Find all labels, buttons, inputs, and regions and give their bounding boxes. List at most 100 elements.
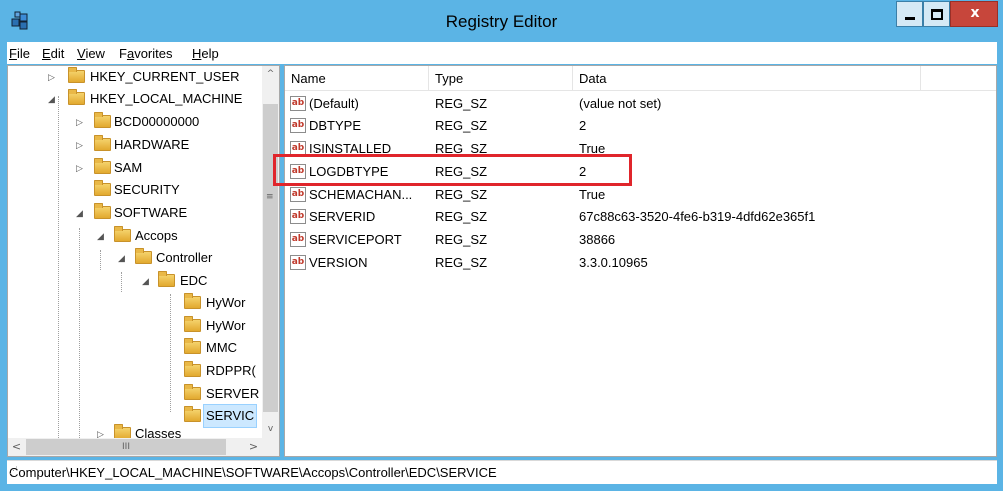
menu-help-mnemonic: H [192, 46, 202, 61]
expand-arrow-icon[interactable]: ▷ [76, 157, 86, 179]
value-name: SCHEMACHAN... [309, 187, 413, 202]
value-name: DBTYPE [309, 118, 362, 133]
tree-node-label: RDPPR( [206, 363, 256, 378]
menu-view-label: iew [85, 46, 105, 61]
menu-file-label: ile [16, 46, 30, 61]
value-type: REG_SZ [435, 187, 488, 202]
window-title: Registry Editor [445, 12, 558, 31]
folder-icon [184, 406, 201, 422]
value-type: REG_SZ [435, 96, 488, 111]
scroll-up-arrow-icon[interactable]: ^ [262, 66, 279, 83]
value-name: (Default) [309, 96, 359, 111]
list-row[interactable]: ab SCHEMACHAN... REG_SZ True [285, 184, 985, 206]
tree-node-label: EDC [180, 273, 208, 288]
list-row[interactable]: ab (Default) REG_SZ (value not set) [285, 93, 985, 115]
value-data: 2 [579, 118, 587, 133]
value-data: 38866 [579, 232, 616, 247]
list-row[interactable]: ab VERSION REG_SZ 3.3.0.10965 [285, 252, 985, 274]
tree-node-label: SOFTWARE [114, 205, 188, 220]
folder-open-icon [158, 271, 175, 287]
tree-node-label: Accops [135, 228, 178, 243]
horizontal-scroll-thumb[interactable]: III [26, 439, 226, 455]
value-data: 3.3.0.10965 [579, 255, 648, 270]
tree-node-label: SERVER [206, 386, 260, 401]
close-button[interactable]: x [950, 1, 998, 27]
expand-arrow-icon[interactable]: ▷ [76, 111, 86, 133]
folder-icon [68, 67, 85, 83]
string-value-icon: ab [290, 232, 306, 247]
menu-help[interactable]: Help [192, 46, 219, 61]
value-data: (value not set) [579, 96, 662, 111]
title-bar[interactable]: Registry Editor x [0, 0, 1003, 42]
expand-arrow-icon[interactable]: ▷ [76, 134, 86, 156]
string-value-icon: ab [290, 118, 306, 133]
tree-line [58, 96, 59, 442]
tree-line [79, 228, 80, 442]
scroll-right-arrow-icon[interactable]: > [245, 438, 262, 456]
column-header-name[interactable]: Name [285, 66, 429, 90]
values-list-pane[interactable]: Name Type Data ab (Default) REG_SZ (valu… [284, 65, 997, 457]
key-tree-pane[interactable]: ▷ HKEY_CURRENT_USER ◢ HKEY_LOCAL_MACHINE… [7, 65, 280, 457]
minimize-icon [905, 17, 915, 20]
tree-node-label: SECURITY [114, 182, 180, 197]
collapse-arrow-icon[interactable]: ◢ [76, 202, 86, 224]
tree-horizontal-scrollbar[interactable]: < III > [8, 438, 279, 456]
tree-node-label: HKEY_CURRENT_USER [90, 69, 240, 84]
maximize-icon [931, 9, 943, 20]
column-header-data[interactable]: Data [573, 66, 921, 90]
tree-node-label: HyWor [206, 295, 246, 310]
menu-view[interactable]: View [77, 46, 105, 61]
list-row[interactable]: ab DBTYPE REG_SZ 2 [285, 115, 985, 137]
menu-file-mnemonic: F [9, 46, 17, 61]
menu-file[interactable]: File [9, 46, 30, 61]
value-name: VERSION [309, 255, 368, 270]
resize-grip-icon[interactable]: ⋰ [9, 465, 995, 482]
highlight-annotation-box [273, 154, 632, 186]
string-value-icon: ab [290, 187, 306, 202]
collapse-arrow-icon[interactable]: ◢ [97, 225, 107, 247]
menu-bar: File Edit View Favorites Help [7, 42, 997, 64]
tree-node-label: SAM [114, 160, 143, 175]
column-header-type[interactable]: Type [429, 66, 573, 90]
tree-line [121, 272, 122, 292]
status-bar: Computer\HKEY_LOCAL_MACHINE\SOFTWARE\Acc… [7, 460, 997, 484]
tree-line [170, 294, 171, 412]
folder-open-icon [94, 203, 111, 219]
menu-edit-label: dit [50, 46, 65, 61]
scroll-thumb[interactable] [263, 104, 278, 412]
menu-favorites[interactable]: Favorites [119, 46, 172, 61]
value-type: REG_SZ [435, 232, 488, 247]
scroll-down-arrow-icon[interactable]: v [262, 421, 279, 438]
tree-vertical-scrollbar[interactable]: ^ ≡ v [262, 66, 279, 438]
value-type: REG_SZ [435, 255, 488, 270]
maximize-button[interactable] [923, 1, 950, 27]
tree-node-label: HKEY_LOCAL_MACHINE [90, 91, 243, 106]
folder-icon [94, 135, 111, 151]
folder-icon [94, 112, 111, 128]
menu-edit-mnemonic: E [42, 46, 51, 61]
expand-arrow-icon[interactable]: ▷ [48, 66, 58, 88]
value-type: REG_SZ [435, 118, 488, 133]
menu-help-label: elp [201, 46, 219, 61]
list-row[interactable]: ab SERVICEPORT REG_SZ 38866 [285, 229, 985, 251]
close-icon: x [970, 5, 980, 21]
scroll-left-arrow-icon[interactable]: < [8, 438, 25, 456]
tree-node-label: HyWor [206, 318, 246, 333]
tree-node-label: BCD00000000 [114, 114, 200, 129]
list-row[interactable]: ab SERVERID REG_SZ 67c88c63-3520-4fe6-b3… [285, 206, 985, 228]
collapse-arrow-icon[interactable]: ◢ [118, 247, 128, 269]
folder-icon [94, 180, 111, 196]
tree-node-label: SERVIC [202, 404, 258, 428]
scroll-grip-icon: ≡ [266, 192, 274, 202]
string-value-icon: ab [290, 209, 306, 224]
value-name: SERVERID [309, 209, 376, 224]
menu-edit[interactable]: Edit [42, 46, 64, 61]
minimize-button[interactable] [896, 1, 923, 27]
folder-open-icon [135, 248, 152, 264]
tree-node-label: HARDWARE [114, 137, 190, 152]
collapse-arrow-icon[interactable]: ◢ [142, 270, 152, 292]
folder-icon [184, 316, 201, 332]
collapse-arrow-icon[interactable]: ◢ [48, 88, 58, 110]
tree-node-label: Controller [156, 250, 213, 265]
string-value-icon: ab [290, 255, 306, 270]
